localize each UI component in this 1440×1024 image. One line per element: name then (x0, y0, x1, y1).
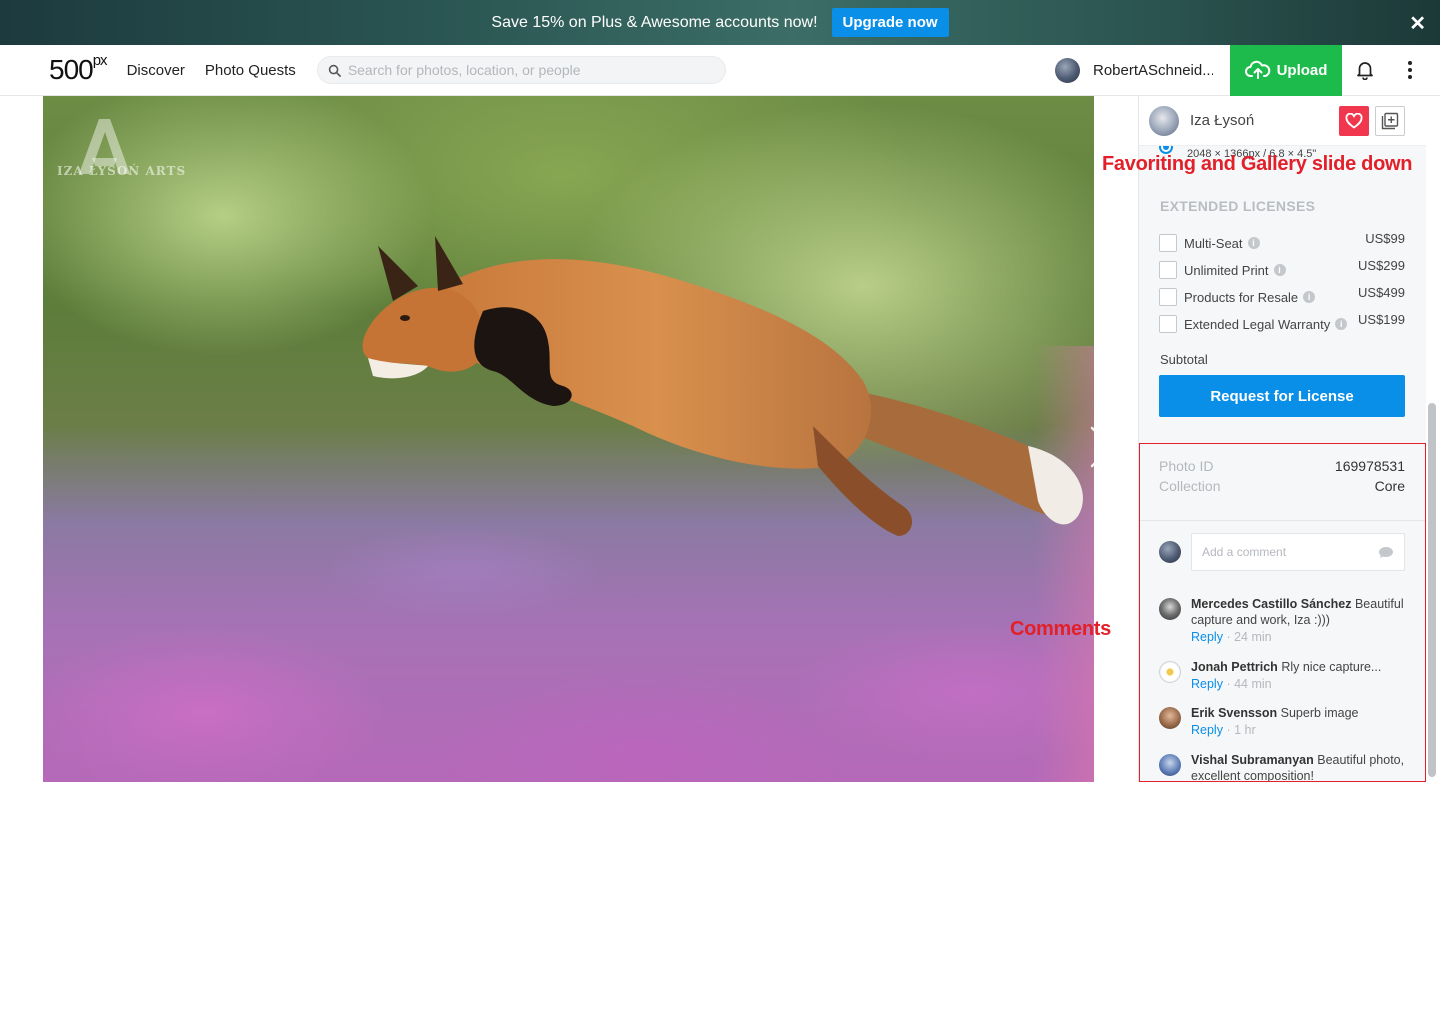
license-name: Extended Legal Warranty (1184, 316, 1331, 332)
promo-banner: Save 15% on Plus & Awesome accounts now!… (0, 0, 1440, 45)
license-price: US$199 (1358, 312, 1405, 327)
watermark-text: IZA ŁYSOŃ ARTS (57, 164, 187, 178)
search-input[interactable] (347, 62, 708, 78)
license-checkbox[interactable] (1159, 234, 1177, 252)
author-name[interactable]: Iza Łysoń (1190, 112, 1254, 129)
promo-text: Save 15% on Plus & Awesome accounts now! (491, 13, 818, 31)
license-row-multi-seat[interactable]: Multi-Seat i US$99 (1159, 231, 1405, 253)
info-icon[interactable]: i (1303, 291, 1316, 303)
license-name: Unlimited Print (1184, 262, 1269, 278)
annotation-comments: Comments (1010, 618, 1111, 640)
info-icon[interactable]: i (1335, 318, 1348, 330)
sidebar-scrollbar[interactable] (1428, 403, 1436, 777)
bell-icon (1357, 62, 1373, 80)
license-name: Multi-Seat (1184, 235, 1243, 251)
next-photo-arrow-icon[interactable] (1088, 425, 1116, 469)
favorite-button[interactable] (1339, 106, 1369, 136)
license-price: US$99 (1365, 231, 1405, 246)
license-checkbox[interactable] (1159, 288, 1177, 306)
request-for-license-button[interactable]: Request for License (1159, 375, 1405, 417)
close-icon[interactable]: ✕ (1409, 11, 1426, 36)
top-nav: 500px Discover Photo Quests RobertASchne… (0, 44, 1440, 96)
add-to-gallery-button[interactable] (1375, 106, 1405, 136)
license-price: US$299 (1358, 258, 1405, 273)
logo[interactable]: 500px (49, 52, 108, 86)
cloud-upload-icon (1244, 60, 1270, 79)
extended-licenses-title: EXTENDED LICENSES (1160, 198, 1316, 214)
info-icon[interactable]: i (1247, 237, 1260, 249)
license-row-unlimited-print[interactable]: Unlimited Print i US$299 (1159, 258, 1405, 280)
author-header: Iza Łysoń (1139, 96, 1426, 146)
photo-viewer[interactable]: IZA ŁYSOŃ ARTS (43, 96, 1094, 782)
info-icon[interactable]: i (1273, 264, 1286, 276)
heart-icon (1345, 113, 1363, 129)
upload-label: Upload (1276, 61, 1328, 79)
more-menu-button[interactable] (1388, 60, 1432, 80)
user-avatar[interactable] (1055, 57, 1080, 83)
subtotal-label: Subtotal (1160, 352, 1208, 367)
license-name: Products for Resale (1184, 289, 1299, 305)
annotation-comments-box (1139, 443, 1426, 782)
annotation-favoriting: Favoriting and Gallery slide down (1102, 153, 1413, 175)
author-avatar[interactable] (1149, 105, 1179, 136)
search-bar[interactable] (316, 56, 726, 84)
user-name[interactable]: RobertASchneid... (1093, 62, 1213, 79)
license-checkbox[interactable] (1159, 261, 1177, 279)
upgrade-now-button[interactable]: Upgrade now (831, 8, 949, 37)
nav-link-discover[interactable]: Discover (127, 62, 185, 79)
notifications-button[interactable] (1342, 60, 1388, 80)
nav-link-photo-quests[interactable]: Photo Quests (205, 62, 296, 79)
search-icon (328, 64, 341, 77)
upload-button[interactable]: Upload (1230, 44, 1342, 96)
license-price: US$499 (1358, 285, 1405, 300)
more-vertical-icon (1408, 61, 1412, 79)
license-row-extended-legal-warranty[interactable]: Extended Legal Warranty i US$199 (1159, 312, 1405, 334)
add-to-gallery-icon (1381, 112, 1399, 130)
fox-photo-subject (362, 236, 1083, 536)
license-row-products-for-resale[interactable]: Products for Resale i US$499 (1159, 285, 1405, 307)
license-checkbox[interactable] (1159, 315, 1177, 333)
